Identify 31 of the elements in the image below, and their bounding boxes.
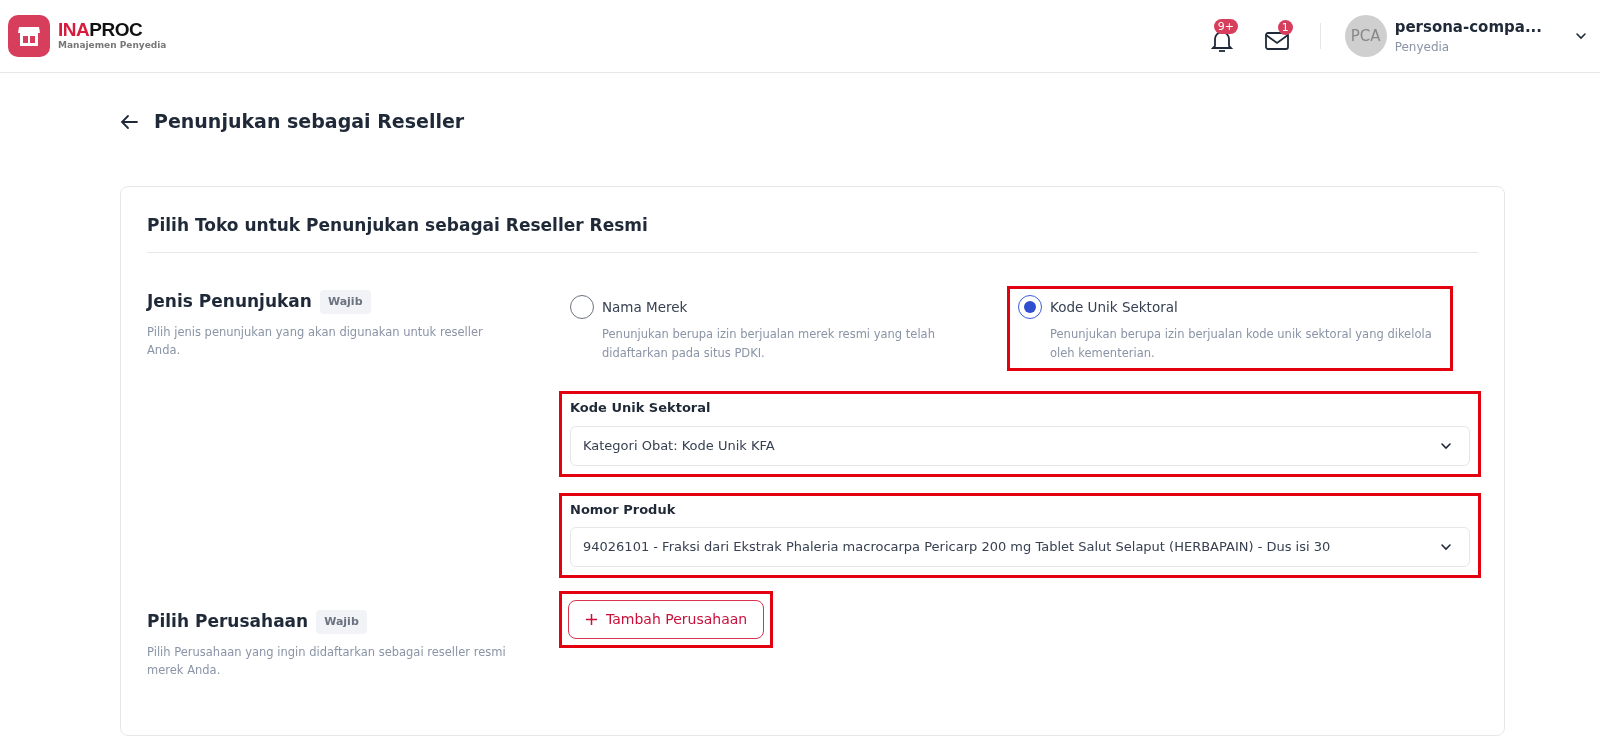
message-count-badge: 1	[1277, 19, 1293, 35]
user-name: persona-compa...	[1394, 16, 1542, 38]
add-company-button[interactable]: Tambah Perusahaan	[568, 600, 765, 640]
field-label: Nomor Produk	[570, 500, 677, 519]
option-description: Penunjukan berupa izin berjualan merek resmi yang telah didaftarkan pada situs PDKI.	[602, 326, 936, 362]
required-tag: Wajib	[316, 609, 367, 635]
section-description: Pilih jenis penunjukan yang akan digunakan untuk reseller Anda.	[147, 323, 484, 359]
option-label: Kode Unik Sektoral	[1050, 298, 1179, 317]
select-field[interactable]: 94026101 - Fraksi dari Ekstrak Phaleria macrocarpa Pericarp 200 mg Tablet Salut Selaput (HERBAPAIN) - Dus isi 30	[570, 527, 1470, 568]
user-avatar: PCA	[1344, 15, 1387, 57]
radio-option[interactable]: Nama Merek Penunjukan berupa izin berjualan merek resmi yang telah didaftarkan pada situs PDKI.	[562, 289, 1002, 369]
logo-subtitle: Manajemen Penyedia	[58, 38, 167, 52]
notification-button[interactable]: 9+	[1209, 18, 1240, 54]
card-title: Pilih Toko untuk Penunjukan sebagai Reseller Resmi	[147, 212, 1478, 253]
notification-count-badge: 9+	[1213, 18, 1238, 34]
user-role: Penyedia	[1394, 39, 1451, 57]
required-tag: Wajib	[319, 289, 371, 314]
select-field[interactable]: Kategori Obat: Kode Unik KFA	[570, 425, 1470, 466]
section-label: Pilih Perusahaan	[147, 610, 309, 634]
brand-logo-text: INAPROC	[58, 19, 144, 39]
radio-option[interactable]: Kode Unik Sektoral Penunjukan berupa izin berjualan kode unik sektoral yang dikelola oleh kementerian.	[1010, 289, 1450, 369]
field-label: Kode Unik Sektoral	[570, 399, 712, 418]
section-label: Jenis Penunjukan	[147, 290, 312, 313]
messages-button[interactable]: 1	[1263, 19, 1296, 53]
logo-icon[interactable]	[8, 15, 50, 57]
page-title: Penunjukan sebagai Reseller	[154, 109, 465, 134]
envelope-icon	[1263, 30, 1290, 52]
option-description: Penunjukan berupa izin berjualan kode unik sektoral yang dikelola oleh kementerian.	[1050, 326, 1433, 362]
plus-icon	[585, 613, 598, 627]
option-label: Nama Merek	[602, 298, 689, 317]
section-description: Pilih Perusahaan yang ingin didaftarkan sebagai reseller resmi merek Anda.	[147, 643, 507, 679]
